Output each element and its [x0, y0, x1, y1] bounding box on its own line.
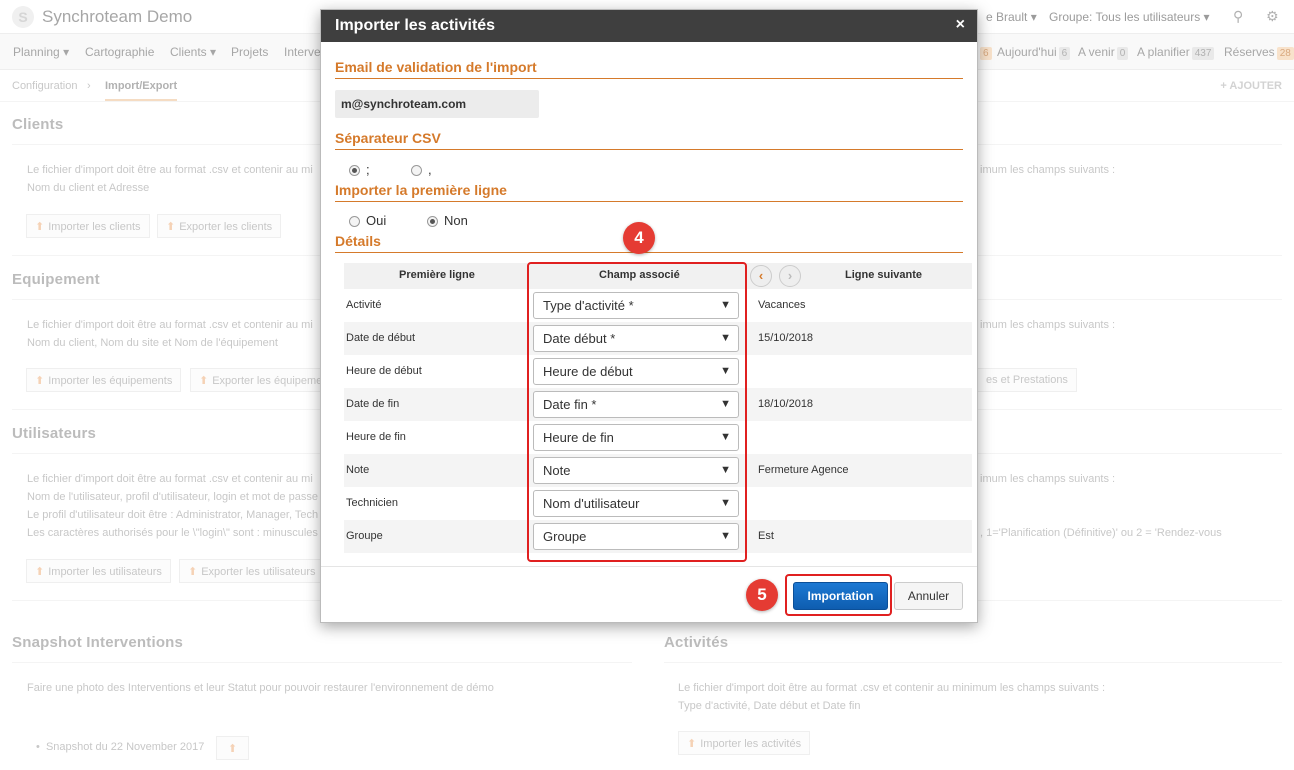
import-button[interactable]: Importation — [793, 582, 888, 610]
first-line-oui-radio[interactable] — [349, 216, 360, 227]
row-label: Date de fin — [346, 398, 400, 410]
modal-header: Importer les activités × — [321, 10, 977, 42]
row-label: Heure de début — [346, 365, 422, 377]
modal-title: Importer les activités — [335, 17, 496, 34]
step-5-badge: 5 — [746, 579, 778, 611]
row-next-value: 15/10/2018 — [758, 332, 814, 344]
email-section-title: Email de validation de l'import — [335, 59, 963, 79]
col-first-line: Première ligne — [399, 269, 475, 281]
csv-separator-title: Séparateur CSV — [335, 130, 963, 150]
email-field[interactable]: m@synchroteam.com — [335, 90, 539, 118]
row-label: Heure de fin — [346, 431, 406, 443]
row-next-value: Est — [758, 530, 774, 542]
close-icon[interactable]: × — [956, 16, 965, 34]
import-activities-modal: Importer les activités × Email de valida… — [320, 9, 978, 623]
csv-semicolon-label: ; — [366, 162, 370, 177]
row-label: Technicien — [346, 497, 398, 509]
row-label: Date de début — [346, 332, 416, 344]
row-next-value: Fermeture Agence — [758, 464, 849, 476]
first-line-title: Importer la première ligne — [335, 182, 963, 202]
col-next-line: Ligne suivante — [845, 269, 923, 281]
first-line-oui-label: Oui — [366, 213, 387, 228]
csv-comma-label: , — [428, 162, 432, 177]
row-next-value: Vacances — [758, 299, 806, 311]
modal-footer: 5 Importation Annuler — [321, 566, 977, 622]
row-label: Activité — [346, 299, 382, 311]
csv-semicolon-radio[interactable] — [349, 165, 360, 176]
field-column-highlight — [527, 262, 747, 562]
first-line-non-radio[interactable] — [427, 216, 438, 227]
next-arrow-icon[interactable]: › — [779, 265, 801, 287]
row-next-value: 18/10/2018 — [758, 398, 814, 410]
first-line-non-label: Non — [444, 213, 468, 228]
step-4-badge: 4 — [623, 222, 655, 254]
row-label: Note — [346, 464, 370, 476]
row-label: Groupe — [346, 530, 383, 542]
cancel-button[interactable]: Annuler — [894, 582, 963, 610]
csv-comma-radio[interactable] — [411, 165, 422, 176]
prev-arrow-icon[interactable]: ‹ — [750, 265, 772, 287]
